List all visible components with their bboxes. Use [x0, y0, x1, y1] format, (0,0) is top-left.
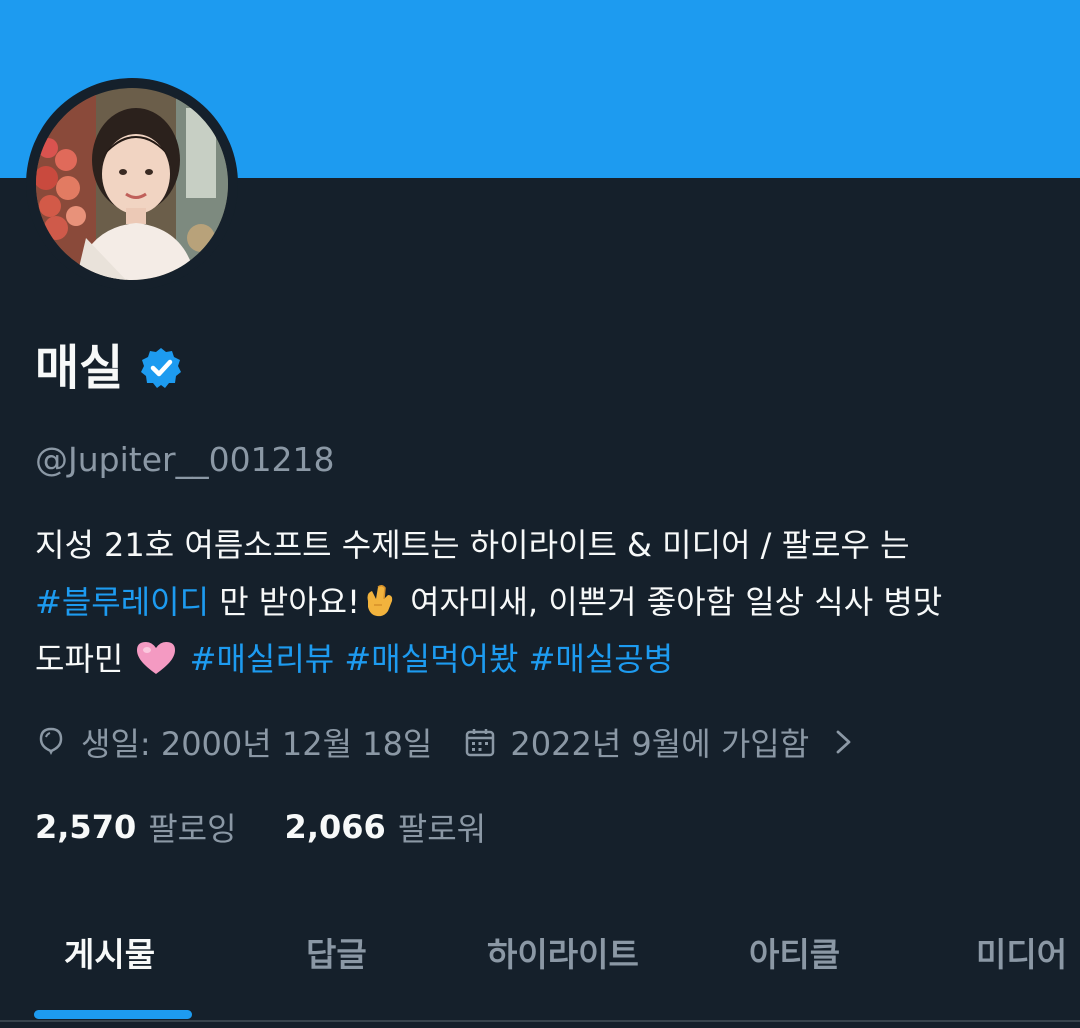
joined-item: 2022년 9월에 가입함 [464, 719, 809, 765]
bio-line-1: 지성 21호 여름소프트 수제트는 하이라이트 & 미디어 / 팔로우 는 [35, 526, 910, 564]
profile-tabs: 게시물 답글 하이라이트 아티클 미디어 [0, 890, 1080, 1020]
verified-badge-icon[interactable] [139, 346, 183, 390]
followers-count: 2,066 [284, 808, 386, 846]
following-label: 팔로잉 [148, 810, 237, 848]
bio-text: 여자미새, 이쁜거 좋아함 일상 식사 병맛 [399, 583, 943, 621]
birthday-text: 생일: 2000년 12월 18일 [81, 725, 433, 763]
profile-bio: 지성 21호 여름소프트 수제트는 하이라이트 & 미디어 / 팔로우 는 #블… [35, 517, 1055, 688]
tab-media[interactable]: 미디어 [976, 930, 1067, 980]
tab-replies[interactable]: 답글 [306, 930, 367, 980]
display-name: 매실 [35, 340, 124, 396]
calendar-icon [466, 729, 495, 757]
birthday-item: 생일: 2000년 12월 18일 [35, 719, 432, 765]
avatar-photo [36, 88, 228, 280]
call-me-hand-emoji [362, 580, 398, 618]
followers-label: 팔로워 [397, 810, 487, 848]
hashtag-link[interactable]: #매실먹어봤 [344, 640, 518, 678]
hashtag-link[interactable]: #매실공병 [529, 640, 674, 678]
followers-link[interactable]: 2,066 팔로워 [285, 804, 487, 850]
bio-text: 만 받아요! [209, 583, 360, 621]
bio-text: 도파민 [35, 640, 124, 678]
tabs-divider [0, 1020, 1080, 1022]
pink-heart-emoji [136, 637, 176, 674]
joined-text: 2022년 9월에 가입함 [510, 725, 810, 763]
chevron-right-icon[interactable] [833, 727, 855, 757]
following-link[interactable]: 2,570 팔로잉 [35, 804, 237, 850]
hashtag-link[interactable]: #블루레이디 [35, 583, 209, 621]
tab-posts[interactable]: 게시물 [64, 930, 155, 980]
tab-highlights[interactable]: 하이라이트 [487, 930, 639, 980]
following-count: 2,570 [35, 808, 137, 846]
active-tab-indicator [34, 1010, 192, 1019]
avatar[interactable] [26, 78, 238, 290]
profile-name-row: 매실 [35, 337, 183, 399]
tab-articles[interactable]: 아티클 [749, 930, 840, 980]
bio-line-2: #블루레이디 만 받아요! 여자미새, 이쁜거 좋아함 일상 식사 병맛 [35, 574, 1055, 631]
balloon-icon [39, 727, 63, 755]
profile-meta: 생일: 2000년 12월 18일 2022년 9월에 가입함 [35, 718, 855, 766]
follow-stats: 2,570 팔로잉 2,066 팔로워 [35, 803, 534, 851]
hashtag-link[interactable]: #매실리뷰 [190, 640, 335, 678]
profile-handle: @Jupiter__001218 [35, 440, 335, 479]
bio-line-3: 도파민 #매실리뷰 #매실먹어봤 #매실공병 [35, 631, 1055, 688]
